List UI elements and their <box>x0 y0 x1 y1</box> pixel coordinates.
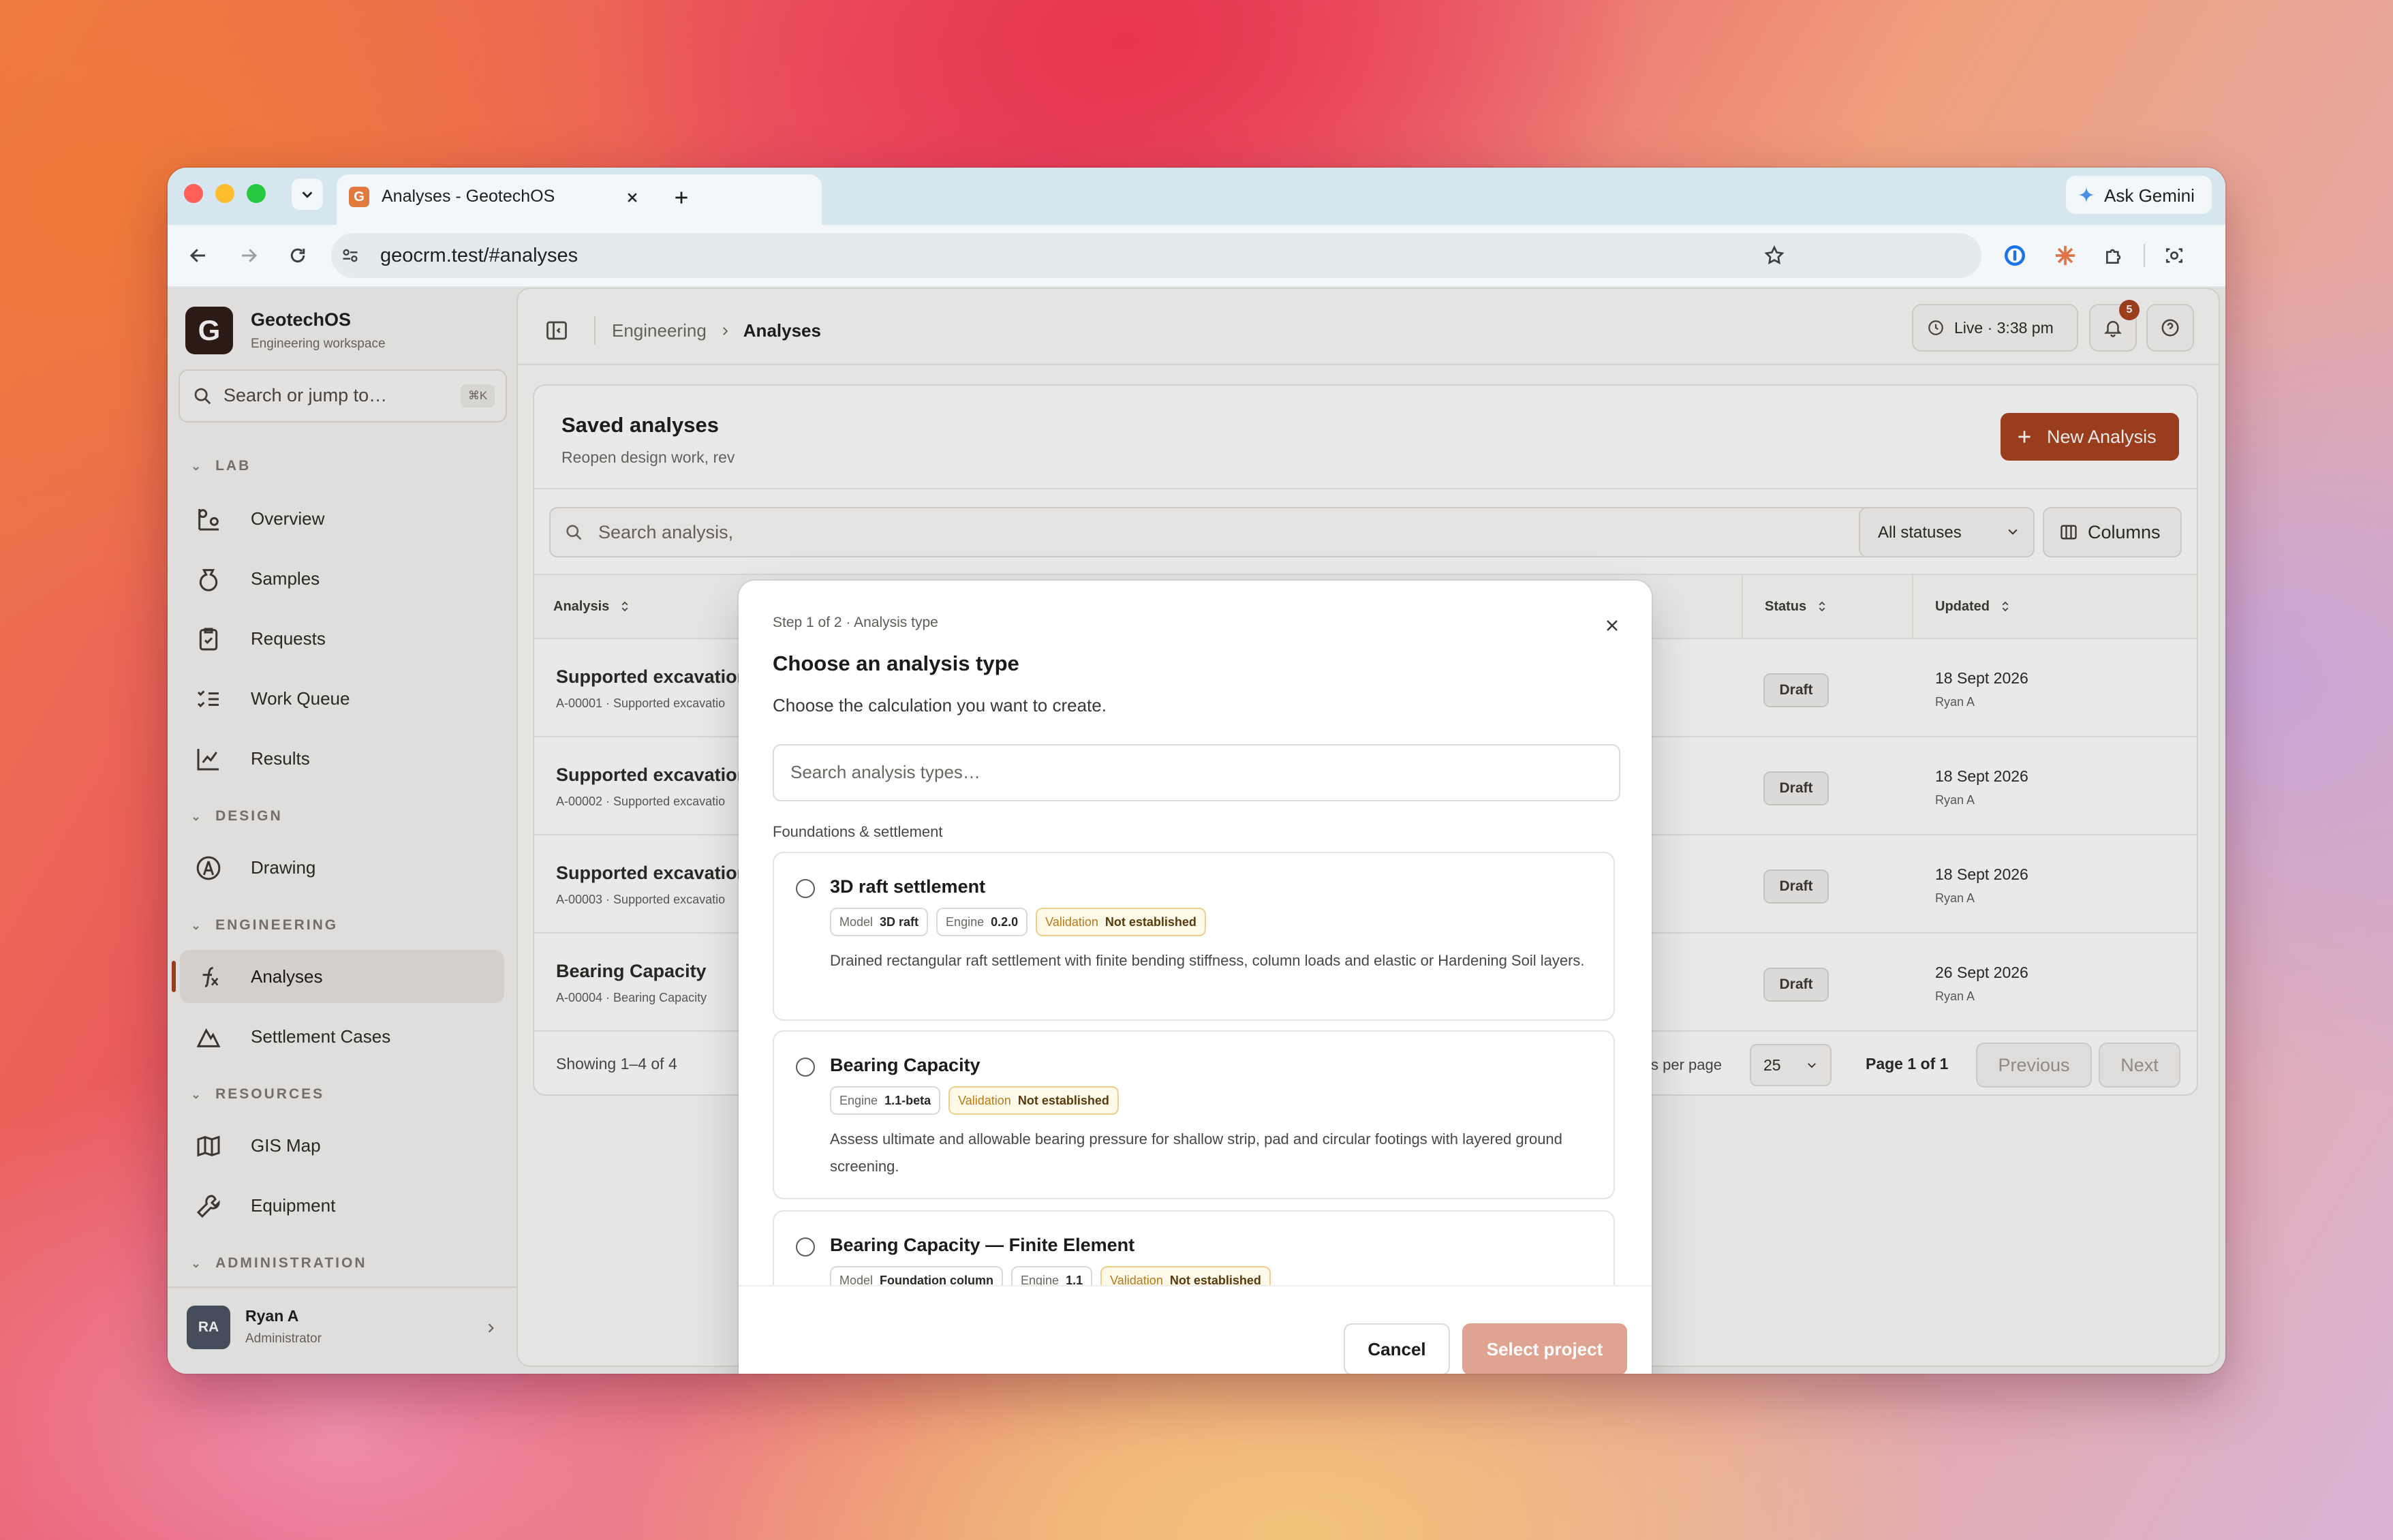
dialog-title: Choose an analysis type <box>773 651 1019 675</box>
extensions-button[interactable] <box>2100 241 2129 270</box>
analysis-type-list[interactable]: 3D raft settlement Model 3D raft Engine 0.… <box>739 852 1652 1285</box>
minimize-window-button[interactable] <box>215 184 234 203</box>
validation-chip: Validation Not established <box>1036 908 1206 936</box>
site-settings-icon <box>343 249 358 262</box>
option-title: Bearing Capacity — Finite Element <box>830 1235 1135 1255</box>
close-window-button[interactable] <box>184 184 203 203</box>
app-root: G GeotechOS Engineering workspace Search… <box>168 288 2225 1374</box>
tab-search-button[interactable] <box>292 179 323 210</box>
dialog-description: Choose the calculation you want to creat… <box>773 695 1107 715</box>
arrow-right-icon <box>242 249 258 262</box>
close-icon <box>1607 620 1618 631</box>
reload-icon <box>290 248 305 263</box>
tab-title: Analyses - GeotechOS <box>382 187 555 206</box>
puzzle-icon <box>2106 249 2121 264</box>
dialog-step: Step 1 of 2 · Analysis type <box>773 615 938 630</box>
new-tab-button[interactable] <box>668 184 695 211</box>
camera-search-icon <box>2166 248 2182 263</box>
back-button[interactable] <box>181 238 215 273</box>
engine-chip: Engine 1.1 <box>1011 1266 1093 1285</box>
favicon-icon: G <box>349 187 369 207</box>
password-key-icon <box>2005 245 2025 266</box>
forward-button[interactable] <box>232 238 266 273</box>
option-radio[interactable] <box>796 1237 815 1257</box>
asterisk-icon <box>2055 245 2075 266</box>
engine-chip: Engine 0.2.0 <box>936 908 1028 936</box>
address-bar[interactable]: geocrm.test/#analyses <box>331 233 1981 278</box>
option-bearing-capacity[interactable]: Bearing Capacity Engine 1.1-beta Validation… <box>773 1030 1615 1199</box>
maximize-window-button[interactable] <box>247 184 266 203</box>
option-description: Drained rectangular raft settlement with… <box>830 952 1585 969</box>
option-radio[interactable] <box>796 879 815 898</box>
model-chip: Model 3D raft <box>830 908 929 936</box>
dialog-footer-divider <box>739 1285 1652 1287</box>
url-text: geocrm.test/#analyses <box>380 245 578 266</box>
reload-button[interactable] <box>281 238 315 273</box>
arrow-left-icon <box>189 249 205 262</box>
validation-chip: Validation Not established <box>948 1086 1119 1115</box>
option-3d-raft-settlement[interactable]: 3D raft settlement Model 3D raft Engine 0.… <box>773 852 1615 1021</box>
ask-gemini-label: Ask Gemini <box>2104 185 2195 206</box>
model-chip: Model Foundation column <box>830 1266 1004 1285</box>
option-bearing-capacity-fe[interactable]: Bearing Capacity — Finite Element Model Fo… <box>773 1210 1615 1285</box>
select-project-button[interactable]: Select project <box>1462 1323 1627 1374</box>
ai-extension[interactable] <box>2051 241 2080 270</box>
analysis-type-dialog: Step 1 of 2 · Analysis type Choose an an… <box>739 581 1652 1374</box>
cancel-button[interactable]: Cancel <box>1344 1323 1450 1374</box>
engine-chip: Engine 1.1-beta <box>830 1086 941 1115</box>
close-tab-button[interactable] <box>621 187 643 209</box>
ask-gemini-button[interactable]: Ask Gemini <box>2066 176 2212 214</box>
browser-tab-bar: G Analyses - GeotechOS Ask Gemini <box>168 168 2225 225</box>
plus-icon <box>675 191 688 204</box>
lens-button[interactable] <box>2160 241 2189 270</box>
chevron-down-icon <box>302 191 313 198</box>
option-chips: Engine 1.1-beta Validation Not established <box>830 1086 1119 1115</box>
analysis-type-search-placeholder: Search analysis types… <box>790 762 981 782</box>
close-icon <box>628 193 637 202</box>
browser-toolbar: geocrm.test/#analyses <box>168 225 2225 288</box>
gemini-sparkle-icon <box>2078 186 2095 204</box>
option-title: Bearing Capacity <box>830 1055 981 1075</box>
password-manager-extension[interactable] <box>2001 241 2029 270</box>
option-description: Assess ultimate and allowable bearing pr… <box>830 1130 1562 1175</box>
option-group-label: Foundations & settlement <box>773 823 943 840</box>
browser-window: G Analyses - GeotechOS Ask Gemini geocrm… <box>168 168 2225 1374</box>
analysis-type-search-input[interactable]: Search analysis types… <box>773 744 1620 801</box>
option-chips: Model Foundation column Engine 1.1 Validatio… <box>830 1266 1271 1285</box>
analysis-type-list-continued <box>0 0 1 1</box>
option-chips: Model 3D raft Engine 0.2.0 Validation Not e… <box>830 908 1206 936</box>
option-radio[interactable] <box>796 1058 815 1077</box>
validation-chip: Validation Not established <box>1100 1266 1271 1285</box>
bookmark-star-icon[interactable] <box>1763 245 1785 266</box>
toolbar-divider <box>2144 244 2145 267</box>
dialog-close-button[interactable] <box>1599 612 1626 639</box>
option-title: 3D raft settlement <box>830 876 986 897</box>
